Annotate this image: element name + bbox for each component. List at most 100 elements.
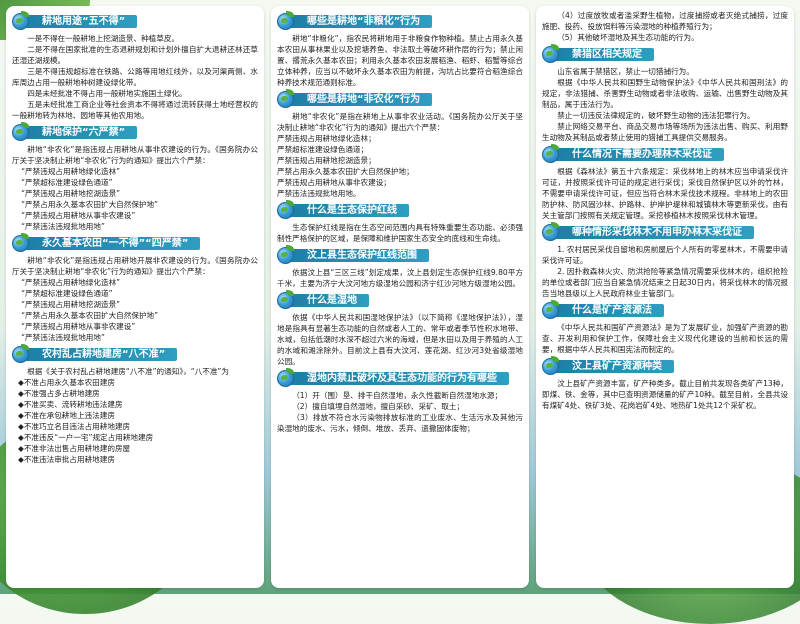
section-mineral-types: 汶上县矿产资源种类 汶上县矿产资源丰富，矿产种类多。截止目前共发现各类矿产13种… [542,356,788,411]
paragraph: 耕地“非粮化”，指农民将耕地用于非粮食作物种植。禁止占用永久基本农田从事林果业以… [277,34,523,87]
section-title: 哪种情形采伐林木不用申办林木采伐证 [554,226,754,239]
list-item: ◆不准非法出售占用耕地建的房屋 [18,444,131,453]
section-title: 什么情况下需要办理林木采伐证 [554,148,724,161]
list-item: ◆不准在承包耕地上违法建房 [18,411,115,420]
section-title: 永久基本农田“一不得”“四严禁” [24,237,201,250]
section-title: 汶上县矿产资源种类 [554,360,674,373]
list-item: 严禁违法违规批地用地。 [277,189,361,198]
panel-column-2: 哪些是耕地“非粮化”行为 耕地“非粮化”，指农民将耕地用于非粮食作物种植。禁止占… [271,6,529,588]
section-non-agricultural: 哪些是耕地“非农化”行为 耕地“非农化”是指在耕地上从事非农业活动。《国务院办公… [277,89,523,199]
section-header: 农村乱占耕地建房“八不准” [12,344,258,363]
paragraph: 一是不得在一般耕地上挖湖造景、种植草皮。 [27,34,180,43]
section-title: 耕地保护“六严禁” [24,126,138,139]
section-logging-permit: 什么情况下需要办理林木采伐证 根据《森林法》第五十六条规定：采伐林地上的林木应当… [542,144,788,221]
section-header: 耕地用途“五不得” [12,11,258,30]
section-title: 禁猎区相关规定 [554,48,654,61]
section-title: 哪些是耕地“非农化”行为 [289,93,433,106]
paragraph: 依据汶上县“三区三线”划定成果，汶上县划定生态保护红线9.80平方千米，主要为济… [277,268,523,288]
section-title: 什么是生态保护红线 [289,204,409,217]
section-wetland: 什么是湿地 依据《中华人民共和国湿地保护法》（以下简称《湿地保护法》），湿地是指… [277,290,523,367]
section-farmland-five-not: 耕地用途“五不得” 一是不得在一般耕地上挖湖造景、种植草皮。 二是不得在国家批准… [12,11,258,121]
paragraph: 依据《中华人民共和国湿地保护法》（以下简称《湿地保护法》），湿地是指具有显著生态… [277,313,523,366]
section-title: 湿地内禁止破坏及其生态功能的行为有哪些 [289,372,509,385]
section-title: 什么是矿产资源法 [554,304,664,317]
list-item: ◆不准强占多占耕地建房 [18,389,100,398]
list-item: “严禁违法违规批地用地” [21,222,105,231]
list-item: “严禁违规占用耕地挖湖造景” [21,189,121,198]
paragraph: 四是未经批准不得占用一般耕地实施国土绿化。 [27,89,187,98]
section-header: 湿地内禁止破坏及其生态功能的行为有哪些 [277,368,523,387]
paragraph: 耕地“非农化”是指在耕地上从事非农业活动。《国务院办公厅关于坚决制止耕地“非农化… [277,112,523,132]
paragraph: 根据《森林法》第五十六条规定：采伐林地上的林木应当申请采伐许可证，并按照采伐许可… [542,167,788,220]
section-header: 什么是生态保护红线 [277,200,523,219]
section-wenshang-redline: 汶上县生态保护红线范围 依据汶上县“三区三线”划定成果，汶上县划定生态保护红线9… [277,245,523,289]
list-item: ◆不准巧立名目违法占用耕地建房 [18,422,131,431]
section-permanent-farmland: 永久基本农田“一不得”“四严禁” 耕地“非农化”是指违规占用耕地开展非农建设的行… [12,233,258,343]
section-header: 汶上县矿产资源种类 [542,356,788,375]
section-header: 永久基本农田“一不得”“四严禁” [12,233,258,252]
section-title: 哪些是耕地“非粮化”行为 [289,15,433,28]
section-title: 什么是湿地 [289,294,369,307]
section-header: 禁猎区相关规定 [542,44,788,63]
paragraph: 生态保护红线是指在生态空间范围内具有特殊重要生态功能、必须强制性严格保护的区域，… [277,223,523,243]
paragraph: 耕地“非农化”是指违规占用耕地从事非农建设的行为。《国务院办公厅关于坚决制止耕地… [12,145,258,165]
list-item: “严禁违规占用耕地从事非农建设” [21,211,136,220]
list-item: “严禁违规占用耕地挖湖造景” [21,300,121,309]
section-header: 哪种情形采伐林木不用申办林木采伐证 [542,222,788,241]
section-header: 什么是矿产资源法 [542,300,788,319]
section-wetland-prohibited: 湿地内禁止破坏及其生态功能的行为有哪些 （1）开（围）垦、排干自然湿地，永久性截… [277,368,523,434]
paragraph: 二是不得在国家批准的生态退耕规划和计划外擅自扩大退耕还林还草还湿还湖规模。 [12,45,258,65]
section-wetland-continued: （4）过度放牧或者滥采野生植物，过度捕捞或者灭绝式捕捞，过度施肥、投药、投放饵料… [542,10,788,43]
list-item: “严禁占用永久基本农田扩大自然保护地” [21,200,159,209]
list-item: （2）擅自填埋自然湿地，擅自采砂、采矿、取土； [292,402,465,411]
paragraph: 山东省属于禁猎区，禁止一切猎捕行为。 [557,67,694,76]
list-item: ◆不准违反“一户一宅”规定占用耕地建房 [18,433,154,442]
list-item: （5）其他破坏湿地及其生态功能的行为。 [557,33,699,42]
list-item: （3）排放不符合水污染物排放标准的工业废水、生活污水及其他污染湿地的废水、污水，… [277,413,523,433]
panel-column-1: 耕地用途“五不得” 一是不得在一般耕地上挖湖造景、种植草皮。 二是不得在国家批准… [6,6,264,588]
list-item: “严禁占用永久基本农田扩大自然保护地” [21,311,159,320]
paragraph: 禁止一切违反法律规定的，破坏野生动物的违法犯罪行为。 [557,111,755,120]
paragraph: 汶上县矿产资源丰富，矿产种类多。截止目前共发现各类矿产13种，即煤、铁、金等，其… [542,379,788,410]
list-item: （4）过度放牧或者滥采野生植物，过度捕捞或者灭绝式捕捞，过度施肥、投药、投放饵料… [542,11,788,31]
section-title: 耕地用途“五不得” [24,15,138,28]
paragraph: 《中华人民共和国矿产资源法》是为了发展矿业，加强矿产资源的勘查、开发利用和保护工… [542,323,788,354]
section-header: 耕地保护“六严禁” [12,122,258,141]
paragraph: 1. 农村居民采伐自留地和房前屋后个人所有的零星林木，不需要申请采伐许可证。 [542,245,788,265]
list-item: 严禁超标准建设绿色通道； [277,145,369,154]
list-item: “严禁超标准建设绿色通道” [21,289,113,298]
section-header: 什么是湿地 [277,290,523,309]
section-title: 农村乱占耕地建房“八不准” [24,348,178,361]
section-ecological-redline: 什么是生态保护红线 生态保护红线是指在生态空间范围内具有特殊重要生态功能、必须强… [277,200,523,244]
list-item: “严禁违规占用耕地从事非农建设” [21,322,136,331]
list-item: 严禁违规占用耕地绿化造林； [277,134,376,143]
section-header: 哪些是耕地“非粮化”行为 [277,11,523,30]
section-header: 什么情况下需要办理林木采伐证 [542,144,788,163]
section-header: 汶上县生态保护红线范围 [277,245,523,264]
paragraph: 五是未经批准工商企业等社会资本不得将通过流转获得土地经营权的一般耕地转为林地、园… [12,100,258,120]
section-logging-exempt: 哪种情形采伐林木不用申办林木采伐证 1. 农村居民采伐自留地和房前屋后个人所有的… [542,222,788,299]
list-item: “严禁超标准建设绿色通道” [21,178,113,187]
list-item: 严禁违规占用耕地从事非农建设； [277,178,391,187]
section-hunting-ban: 禁猎区相关规定 山东省属于禁猎区，禁止一切猎捕行为。 根据《中华人民共和国野生动… [542,44,788,143]
list-item: “严禁违法违规批地用地” [21,333,105,342]
list-item: 严禁违规占用耕地挖湖造景； [277,156,376,165]
list-item: “严禁违规占用耕地绿化造林” [21,278,121,287]
section-mineral-law: 什么是矿产资源法 《中华人民共和国矿产资源法》是为了发展矿业，加强矿产资源的勘查… [542,300,788,355]
section-non-grain: 哪些是耕地“非粮化”行为 耕地“非粮化”，指农民将耕地用于非粮食作物种植。禁止占… [277,11,523,88]
list-item: “严禁违规占用耕地绿化造林” [21,167,121,176]
list-item: ◆不准买卖、流转耕地违法建房 [18,400,123,409]
section-header: 哪些是耕地“非农化”行为 [277,89,523,108]
section-title: 汶上县生态保护红线范围 [289,249,429,262]
paragraph: 根据《中华人民共和国野生动物保护法》《中华人民共和国刑法》的规定，非法猎捕、杀害… [542,78,788,109]
paragraph: 禁止网络交易平台、商品交易市场等场所为违法出售、购买、利用野生动物及其制品或者禁… [542,122,788,142]
section-farmland-six-bans: 耕地保护“六严禁” 耕地“非农化”是指违规占用耕地从事非农建设的行为。《国务院办… [12,122,258,232]
paragraph: 三是不得违规超标准在铁路、公路等用地红线外，以及河渠两侧、水库周边占用一般耕地种… [12,67,258,87]
paragraph: 根据《关于农村乱占耕地建房“八不准”的通知》，“八不准”为 [27,367,229,376]
list-item: ◆不准占用永久基本农田建房 [18,378,115,387]
panel-column-3: （4）过度放牧或者滥采野生植物，过度捕捞或者灭绝式捕捞，过度施肥、投药、投放饵料… [536,6,794,588]
list-item: （1）开（围）垦、排干自然湿地，永久性截断自然湿地水源； [292,391,503,400]
section-rural-housing: 农村乱占耕地建房“八不准” 根据《关于农村乱占耕地建房“八不准”的通知》，“八不… [12,344,258,465]
list-item: ◆不准违法审批占用耕地建房 [18,455,115,464]
list-item: 严禁占用永久基本农田扩大自然保护地； [277,167,414,176]
